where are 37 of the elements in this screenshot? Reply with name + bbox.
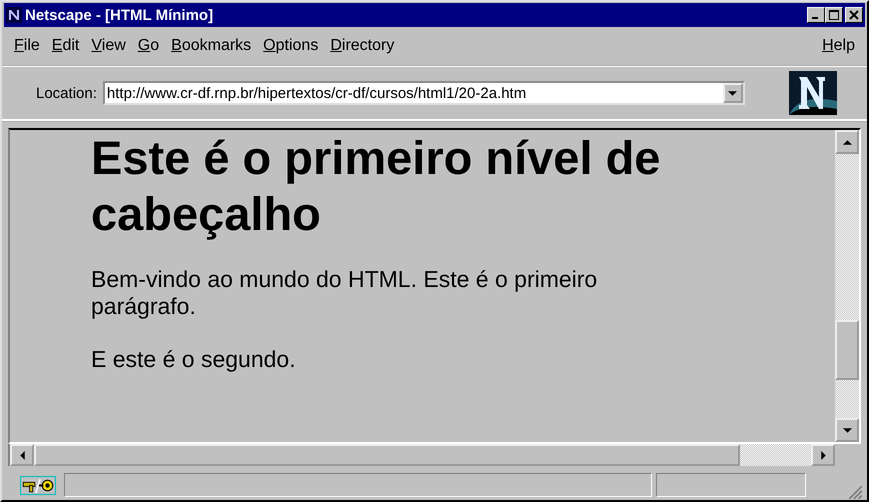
menu-item[interactable]: Bookmarks <box>165 37 258 55</box>
netscape-logo-icon <box>789 70 837 116</box>
minimize-button[interactable] <box>807 7 825 23</box>
menu-item[interactable]: File <box>8 37 46 55</box>
left-arrow-icon <box>20 450 24 460</box>
resize-grip-icon[interactable] <box>847 484 863 500</box>
caret-icon <box>728 90 738 96</box>
up-arrow-icon <box>842 140 852 144</box>
scroll-thumb[interactable] <box>835 320 859 380</box>
scroll-left-button[interactable] <box>10 444 34 466</box>
menu-item[interactable]: Options <box>257 37 324 55</box>
close-icon <box>849 10 859 20</box>
location-label: Location: <box>36 84 97 102</box>
paragraph: E este é o segundo. <box>91 346 297 373</box>
window-title: Netscape - [HTML Mínimo] <box>25 6 214 24</box>
app-logo-icon <box>6 7 22 23</box>
scroll-up-button[interactable] <box>835 130 859 154</box>
maximize-button[interactable] <box>825 7 843 23</box>
scroll-down-button[interactable] <box>835 418 859 442</box>
maximize-icon <box>829 10 839 20</box>
down-arrow-icon <box>842 428 852 432</box>
menu-item[interactable]: Help <box>816 37 861 55</box>
location-field[interactable]: http://www.cr-df.rnp.br/hipertextos/cr-df/cursos/html1/20-2a.htm <box>102 81 745 105</box>
vertical-scrollbar[interactable] <box>835 130 859 442</box>
menu-item[interactable]: Go <box>132 37 166 55</box>
page-heading: Este é o primeiro nível de cabeçalho <box>91 130 662 242</box>
menu-item[interactable]: Edit <box>46 37 86 55</box>
security-key-icon[interactable] <box>20 476 56 494</box>
menu-item[interactable]: Directory <box>324 37 400 55</box>
menu-item[interactable]: View <box>85 37 132 55</box>
paragraph: Bem-vindo ao mundo do HTML. Este é o primeiro parágrafo. <box>91 266 598 320</box>
minimize-icon <box>812 17 818 19</box>
close-button[interactable] <box>845 7 863 23</box>
dropdown-button[interactable] <box>722 83 743 103</box>
scroll-thumb[interactable] <box>34 444 740 466</box>
scroll-right-button[interactable] <box>811 444 835 466</box>
right-arrow-icon <box>820 450 826 460</box>
